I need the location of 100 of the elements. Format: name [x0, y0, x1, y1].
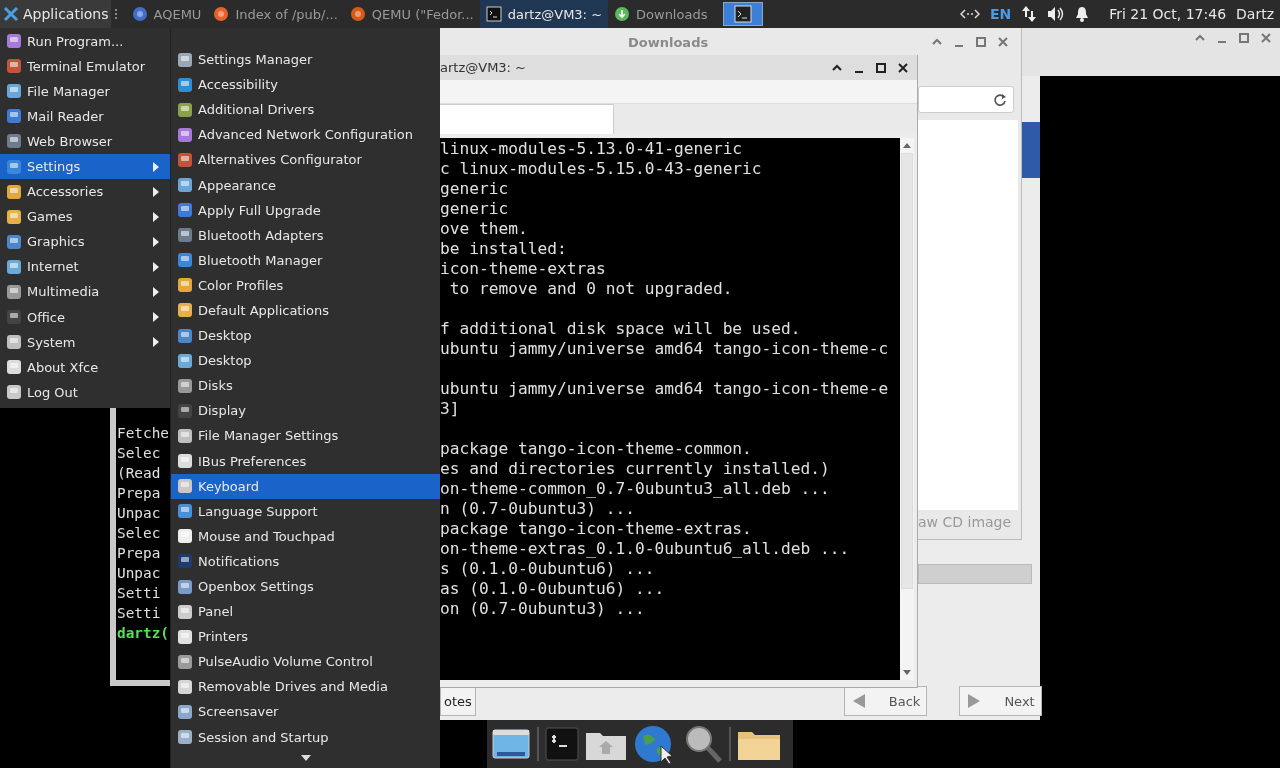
terminal-line: on (0.7-0ubuntu3) ...	[440, 599, 645, 619]
terminal-line: package tango-icon-theme-common.	[440, 439, 752, 459]
app-icon	[177, 478, 193, 495]
menu-item[interactable]: Bluetooth Adapters	[171, 222, 440, 248]
clock[interactable]: Fri 21 Oct, 17:46	[1109, 6, 1227, 22]
menu-item[interactable]: Appearance	[171, 172, 440, 198]
menu-item[interactable]: IBus Preferences	[171, 448, 440, 474]
menu-item[interactable]: Notifications	[171, 548, 440, 574]
user-name[interactable]: Dartz	[1236, 6, 1274, 22]
applications-button[interactable]: Applications	[0, 0, 111, 28]
app-icon	[177, 528, 193, 545]
taskbar-button[interactable]: dartz@VM3: ~	[479, 0, 609, 28]
menu-item[interactable]: About Xfce	[0, 354, 170, 380]
menu-item[interactable]: Desktop	[171, 348, 440, 374]
taskbar-button[interactable]: QEMU ("Fedor...	[343, 0, 480, 28]
menu-item[interactable]: Printers	[171, 624, 440, 650]
workspace-pager[interactable]	[723, 2, 764, 26]
menu-item[interactable]: Terminal Emulator	[0, 53, 170, 79]
terminal-line: Prepa	[117, 544, 161, 563]
next-button[interactable]: Next	[959, 686, 1042, 716]
app-icon	[6, 108, 22, 125]
taskbar-button[interactable]: Index of /pub/...	[207, 0, 344, 28]
download-icon	[614, 6, 631, 22]
magnifier-icon[interactable]	[683, 724, 723, 764]
app-icon	[177, 51, 193, 68]
menu-item[interactable]: Session and Startup	[171, 724, 440, 750]
menu-item[interactable]: Desktop	[171, 323, 440, 349]
menu-item[interactable]: Apply Full Upgrade	[171, 197, 440, 223]
menu-item[interactable]: Web Browser	[0, 128, 170, 154]
menu-item[interactable]: Graphics	[0, 229, 170, 255]
menu-item[interactable]: Language Support	[171, 498, 440, 524]
menu-item[interactable]: PulseAudio Volume Control	[171, 649, 440, 675]
notes-button[interactable]: otes	[440, 686, 476, 716]
handle-icon	[113, 7, 118, 21]
app-icon	[6, 158, 22, 175]
menu-item[interactable]: Default Applications	[171, 297, 440, 324]
app-icon	[177, 302, 193, 319]
menu-item[interactable]: Accessories	[0, 179, 170, 205]
menu-item[interactable]: Multimedia	[0, 279, 170, 305]
scroll-down-icon[interactable]	[300, 754, 312, 762]
menu-item[interactable]: Color Profiles	[171, 272, 440, 298]
app-icon	[177, 553, 193, 570]
app-icon	[177, 402, 193, 419]
status-text: aw CD image	[918, 514, 1012, 530]
app-icon	[177, 202, 193, 219]
menu-item[interactable]: Log Out	[0, 379, 170, 405]
menu-item[interactable]: Settings	[0, 153, 170, 180]
volume-icon[interactable]	[1047, 6, 1066, 22]
menu-item[interactable]: Games	[0, 204, 170, 230]
menu-item[interactable]: Settings Manager	[171, 47, 440, 73]
address-field[interactable]	[918, 86, 1014, 113]
window-title: Downloads	[628, 34, 709, 50]
menu-item[interactable]: Openbox Settings	[171, 573, 440, 600]
menu-item[interactable]: Alternatives Configurator	[171, 147, 440, 173]
menu-item[interactable]: Disks	[171, 373, 440, 399]
submenu-arrow-icon	[152, 185, 160, 198]
close-icon[interactable]	[897, 61, 909, 74]
menu-item[interactable]: Run Program...	[0, 28, 170, 54]
maximize-icon[interactable]	[875, 61, 887, 74]
network-icon[interactable]	[959, 7, 980, 21]
terminal-line: generic	[440, 179, 509, 199]
menu-item[interactable]: Office	[0, 304, 170, 330]
scrollbar-thumb[interactable]	[901, 153, 913, 589]
app-icon	[177, 628, 193, 645]
desktop-icon[interactable]	[491, 726, 531, 762]
menu-item[interactable]: Internet	[0, 254, 170, 280]
menu-item[interactable]: File Manager	[0, 78, 170, 104]
terminal-line: linux-modules-5.13.0-41-generic	[440, 139, 743, 159]
back-button[interactable]: Back	[843, 686, 928, 716]
taskbar-button[interactable]: AQEMU	[125, 0, 208, 28]
menu-item[interactable]: Mouse and Touchpad	[171, 523, 440, 549]
keyboard-layout[interactable]: EN	[989, 6, 1012, 22]
app-icon	[6, 309, 22, 326]
window-title: artz@VM3: ~	[440, 60, 527, 75]
app-icon	[177, 352, 193, 369]
menu-item[interactable]: Bluetooth Manager	[171, 247, 440, 273]
bell-icon[interactable]	[1075, 6, 1090, 22]
app-icon	[6, 208, 22, 225]
scrollbar[interactable]	[900, 138, 914, 680]
app-icon	[177, 377, 193, 394]
menu-item[interactable]: Removable Drives and Media	[171, 674, 440, 700]
transfer-arrows-icon[interactable]	[1021, 5, 1038, 23]
app-icon	[177, 277, 193, 294]
menu-item[interactable]: Screensaver	[171, 699, 440, 725]
taskbar-button[interactable]: Downloads	[608, 0, 714, 28]
menu-item[interactable]: Mail Reader	[0, 103, 170, 129]
menu-item[interactable]: Accessibility	[171, 72, 440, 98]
menu-item[interactable]: File Manager Settings	[171, 423, 440, 449]
terminal-line: Unpac	[117, 564, 161, 583]
menu-item[interactable]: Keyboard	[171, 473, 440, 499]
app-icon	[6, 384, 22, 401]
menu-item[interactable]: Display	[171, 398, 440, 424]
menu-item[interactable]: Additional Drivers	[171, 97, 440, 123]
menu-item[interactable]: Panel	[171, 599, 440, 625]
terminal-icon[interactable]	[545, 727, 579, 761]
terminal-line: Setti	[117, 584, 161, 603]
menu-item[interactable]: System	[0, 329, 170, 355]
app-icon	[6, 133, 22, 150]
menu-item[interactable]: Advanced Network Configuration	[171, 122, 440, 148]
submenu-arrow-icon	[152, 336, 160, 349]
